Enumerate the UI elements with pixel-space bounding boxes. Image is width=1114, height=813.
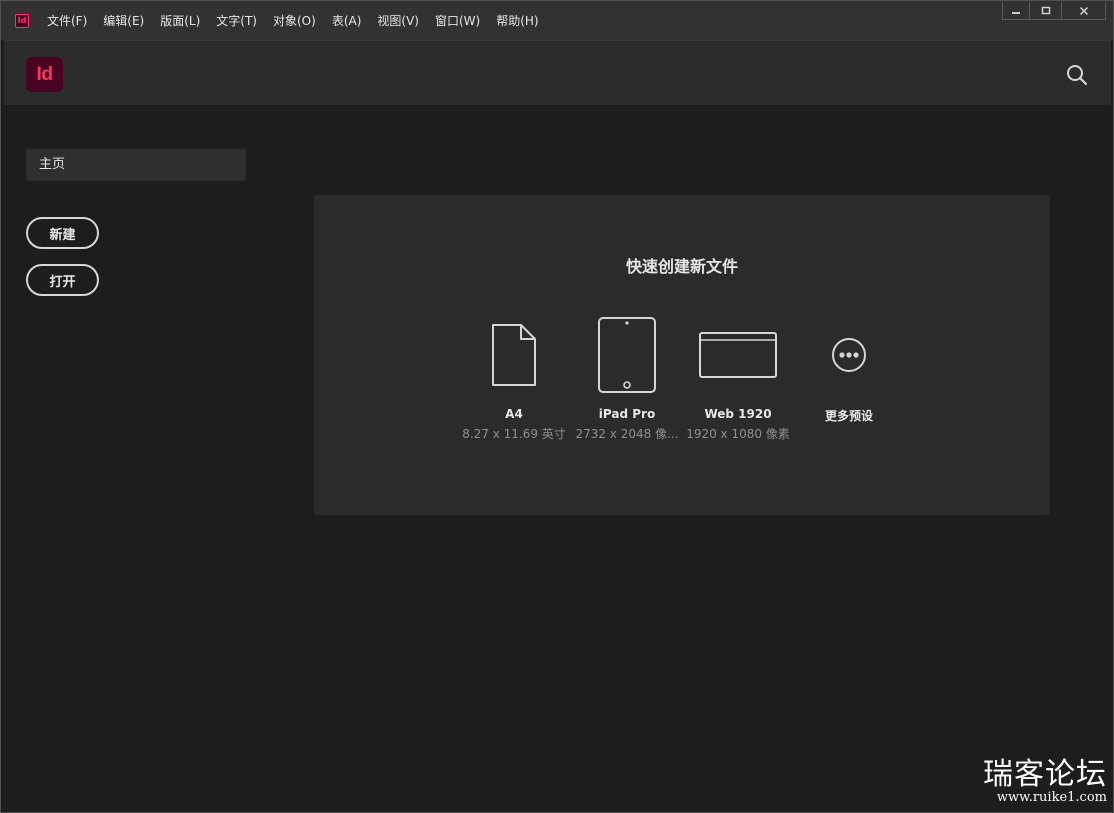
menu-type[interactable]: 文字(T) [208, 9, 265, 33]
search-button[interactable] [1065, 63, 1089, 87]
document-icon [492, 324, 536, 386]
preset-size: 2732 x 2048 像... [575, 427, 679, 441]
title-bar: Id 文件(F) 编辑(E) 版面(L) 文字(T) 对象(O) 表(A) 视图… [1, 1, 1113, 40]
open-button[interactable]: 打开 [26, 264, 99, 296]
preset-name: A4 [505, 407, 523, 421]
preset-name: Web 1920 [704, 407, 772, 421]
menu-object[interactable]: 对象(O) [265, 9, 324, 33]
watermark: 瑞客论坛 www.ruike1.com [983, 760, 1107, 806]
quick-create-title: 快速创建新文件 [625, 257, 738, 276]
minimize-button[interactable] [1003, 2, 1029, 19]
window-controls [1002, 2, 1106, 20]
menu-edit[interactable]: 编辑(E) [95, 9, 152, 33]
app-mini-icon: Id [15, 13, 29, 28]
menu-table[interactable]: 表(A) [324, 9, 370, 33]
preset-more[interactable]: 更多预设 [794, 315, 904, 424]
preset-name: iPad Pro [598, 407, 656, 421]
close-button[interactable] [1061, 2, 1105, 19]
preset-web-1920[interactable]: Web 1920 1920 x 1080 像素 [683, 315, 793, 442]
new-button[interactable]: 新建 [26, 217, 99, 249]
maximize-icon [1041, 6, 1050, 14]
watermark-title: 瑞客论坛 [983, 757, 1107, 793]
indesign-logo[interactable]: Id [26, 57, 63, 92]
browser-window-icon [699, 332, 777, 378]
app-header: Id [4, 40, 1111, 105]
menu-layout[interactable]: 版面(L) [152, 9, 208, 33]
menu-bar: 文件(F) 编辑(E) 版面(L) 文字(T) 对象(O) 表(A) 视图(V)… [39, 1, 547, 40]
more-icon [832, 338, 866, 372]
quick-create-panel: 快速创建新文件 A4 8.27 x 11.69 英寸 iPad Pro 2732 [314, 195, 1050, 515]
close-icon [1079, 6, 1088, 15]
preset-a4[interactable]: A4 8.27 x 11.69 英寸 [459, 315, 569, 442]
app-window: Id 文件(F) 编辑(E) 版面(L) 文字(T) 对象(O) 表(A) 视图… [0, 0, 1114, 813]
maximize-button[interactable] [1029, 2, 1061, 19]
watermark-url: www.ruike1.com [996, 790, 1107, 806]
search-icon [1067, 65, 1088, 86]
preset-size: 8.27 x 11.69 英寸 [462, 427, 566, 441]
preset-ipad-pro[interactable]: iPad Pro 2732 x 2048 像... [572, 315, 682, 442]
sidebar-item-home[interactable]: 主页 [26, 149, 246, 181]
preset-name: 更多预设 [824, 409, 873, 423]
logo-text: Id [36, 63, 53, 85]
menu-file[interactable]: 文件(F) [39, 9, 95, 33]
tablet-icon [598, 317, 656, 393]
menu-window[interactable]: 窗口(W) [427, 9, 488, 33]
preset-size: 1920 x 1080 像素 [686, 427, 790, 441]
menu-help[interactable]: 帮助(H) [488, 9, 546, 33]
minimize-icon [1012, 11, 1020, 14]
menu-view[interactable]: 视图(V) [369, 9, 427, 33]
